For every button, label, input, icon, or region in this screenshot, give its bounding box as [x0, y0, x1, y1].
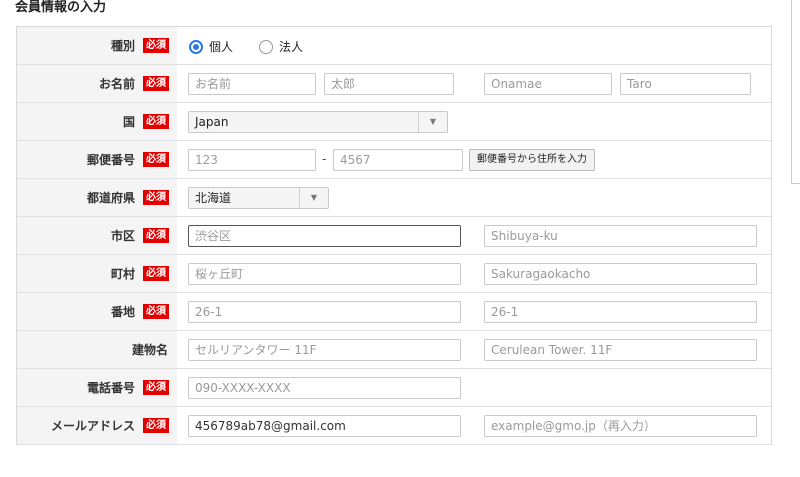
row-type: 種別 必須 個人 法人: [17, 27, 771, 65]
postal-code-part2-input[interactable]: 4567: [333, 149, 463, 171]
building-label: 建物名: [131, 343, 168, 357]
country-select[interactable]: Japan ▼: [188, 111, 448, 133]
type-label: 種別: [110, 39, 135, 53]
postal-label: 郵便番号: [86, 153, 135, 167]
block-jp-input[interactable]: 26-1: [188, 301, 461, 323]
postal-lookup-button[interactable]: 郵便番号から住所を入力: [469, 149, 595, 171]
last-name-kanji-input[interactable]: お名前: [188, 73, 316, 95]
prefecture-select[interactable]: 北海道 ▼: [188, 187, 329, 209]
town-jp-input[interactable]: 桜ヶ丘町: [188, 263, 461, 285]
chevron-down-icon[interactable]: ▼: [299, 188, 328, 208]
row-country: 国 必須 Japan ▼: [17, 103, 771, 141]
page-title: 会員情報の入力: [15, 0, 107, 15]
email-input[interactable]: 456789ab78@gmail.com: [188, 415, 461, 437]
required-badge: 必須: [143, 190, 169, 205]
email-confirm-input[interactable]: example@gmo.jp（再入力）: [484, 415, 757, 437]
row-prefecture: 都道府県 必須 北海道 ▼: [17, 179, 771, 217]
postal-code-part1-input[interactable]: 123: [188, 149, 316, 171]
required-badge: 必須: [143, 304, 169, 319]
row-phone: 電話番号 必須 090-XXXX-XXXX: [17, 369, 771, 407]
phone-label: 電話番号: [86, 381, 135, 395]
postal-separator: -: [322, 152, 327, 166]
building-en-input[interactable]: Cerulean Tower. 11F: [484, 339, 757, 361]
last-name-roman-input[interactable]: Onamae: [484, 73, 612, 95]
required-badge: 必須: [143, 228, 169, 243]
radio-corporation[interactable]: 法人: [259, 38, 303, 55]
block-label: 番地: [110, 305, 135, 319]
required-badge: 必須: [143, 152, 169, 167]
city-en-input[interactable]: Shibuya-ku: [484, 225, 757, 247]
required-badge: 必須: [143, 380, 169, 395]
radio-individual[interactable]: 個人: [189, 38, 233, 55]
phone-input[interactable]: 090-XXXX-XXXX: [188, 377, 461, 399]
prefecture-label: 都道府県: [86, 191, 135, 205]
row-town: 町村 必須 桜ヶ丘町 Sakuragaokacho: [17, 255, 771, 293]
building-jp-input[interactable]: セルリアンタワー 11F: [188, 339, 461, 361]
side-panel-edge: [791, 0, 800, 184]
first-name-kanji-input[interactable]: 太郎: [324, 73, 454, 95]
required-badge: 必須: [143, 38, 169, 53]
prefecture-select-value: 北海道: [195, 191, 232, 205]
row-email: メールアドレス 必須 456789ab78@gmail.com example@…: [17, 407, 771, 445]
name-label: お名前: [98, 77, 135, 91]
required-badge: 必須: [143, 266, 169, 281]
city-jp-input[interactable]: 渋谷区: [188, 225, 461, 247]
block-en-input[interactable]: 26-1: [484, 301, 757, 323]
radio-corporation-label: 法人: [279, 40, 304, 54]
member-info-form: 種別 必須 個人 法人 お名前 必須 お名前 太郎 Onamae Taro 国 …: [16, 26, 772, 445]
email-label: メールアドレス: [50, 419, 135, 433]
row-block: 番地 必須 26-1 26-1: [17, 293, 771, 331]
required-badge: 必須: [143, 418, 169, 433]
town-en-input[interactable]: Sakuragaokacho: [484, 263, 757, 285]
country-select-value: Japan: [195, 115, 229, 129]
row-city: 市区 必須 渋谷区 Shibuya-ku: [17, 217, 771, 255]
first-name-roman-input[interactable]: Taro: [620, 73, 751, 95]
town-label: 町村: [110, 267, 135, 281]
row-building: 建物名 セルリアンタワー 11F Cerulean Tower. 11F: [17, 331, 771, 369]
radio-individual-label: 個人: [209, 40, 234, 54]
row-postal: 郵便番号 必須 123 - 4567 郵便番号から住所を入力: [17, 141, 771, 179]
country-label: 国: [122, 115, 135, 129]
required-badge: 必須: [143, 76, 169, 91]
chevron-down-icon[interactable]: ▼: [418, 112, 447, 132]
row-name: お名前 必須 お名前 太郎 Onamae Taro: [17, 65, 771, 103]
required-badge: 必須: [143, 114, 169, 129]
radio-unselected-icon[interactable]: [259, 39, 273, 54]
radio-selected-icon[interactable]: [189, 39, 203, 54]
city-label: 市区: [110, 229, 135, 243]
